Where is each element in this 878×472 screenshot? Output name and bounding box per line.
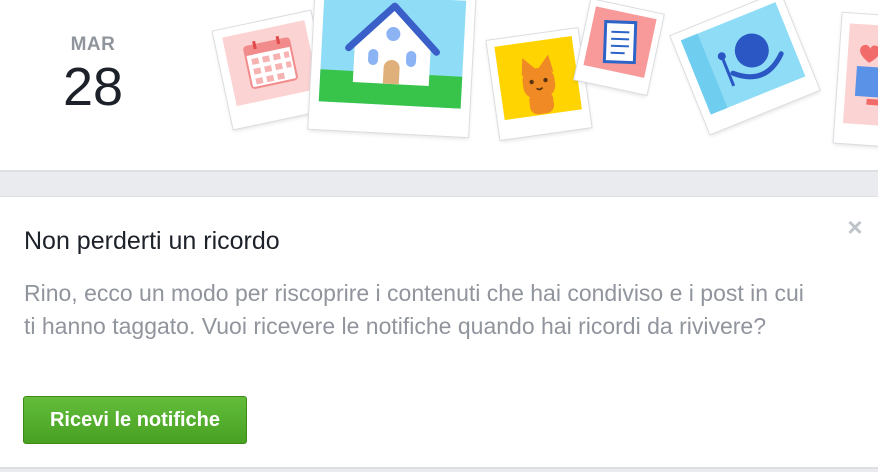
cat-photo xyxy=(486,28,592,140)
date-display: MAR 28 xyxy=(30,34,156,116)
memories-header: MAR 28 xyxy=(0,0,878,172)
card-description: Rino, ecco un modo per riscoprire i cont… xyxy=(24,280,804,339)
house-photo xyxy=(308,0,476,138)
house-icon xyxy=(318,0,467,109)
notebook-icon xyxy=(583,6,657,78)
date-day: 28 xyxy=(62,57,124,117)
close-icon[interactable]: × xyxy=(843,214,867,240)
heart-icon xyxy=(842,23,878,129)
person-icon xyxy=(680,2,806,115)
notification-prompt-card: Non perderti un ricordo × Rino, ecco un … xyxy=(0,196,878,469)
card-title: Non perderti un ricordo xyxy=(24,227,280,255)
heart-photo xyxy=(833,12,878,150)
person-photo xyxy=(670,0,820,135)
date-month: MAR xyxy=(70,34,116,55)
notebook-photo xyxy=(574,0,664,95)
cat-icon xyxy=(494,35,582,121)
enable-notifications-button[interactable]: Ricevi le notifiche xyxy=(23,396,247,444)
